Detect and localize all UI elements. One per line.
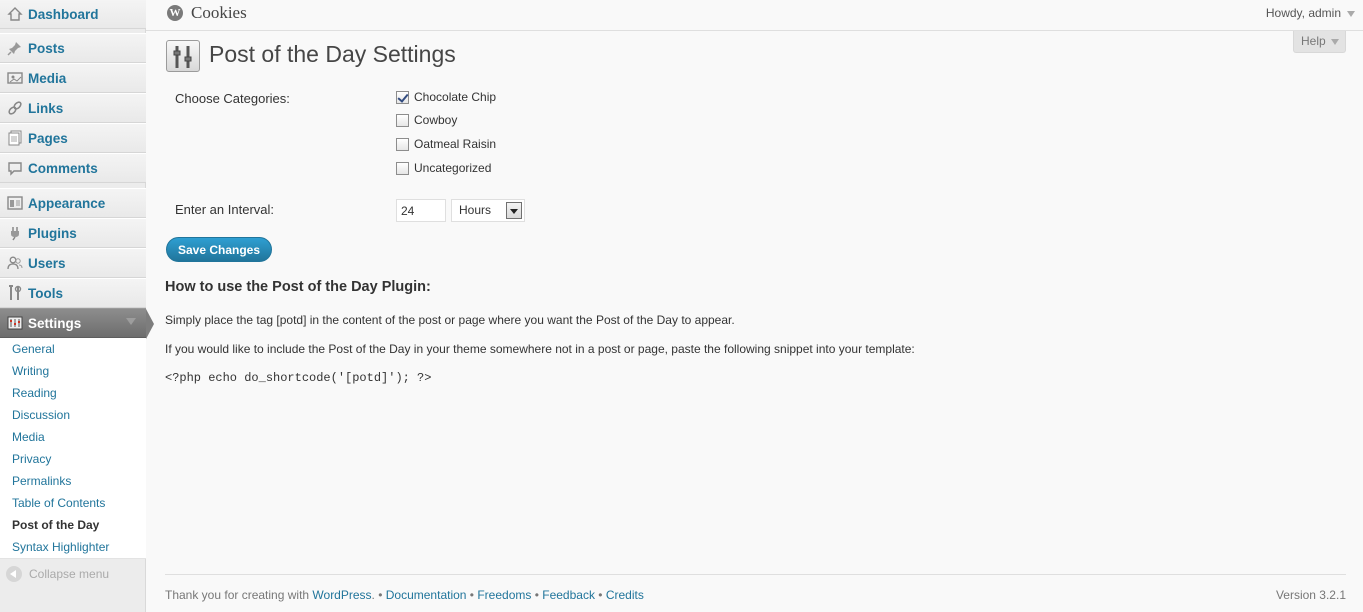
menu-media-label: Media [28,70,67,86]
interval-input[interactable] [396,199,446,222]
wordpress-logo-icon: W [167,5,183,21]
chevron-down-icon [126,318,136,325]
howto-paragraph-1: Simply place the tag [potd] in the conte… [165,313,735,327]
menu-posts[interactable]: Posts [0,33,146,63]
collapse-menu-button[interactable]: Collapse menu [6,566,109,582]
footer-link-wordpress[interactable]: WordPress [312,588,371,602]
link-icon [6,99,24,117]
dropdown-arrow-icon[interactable] [506,202,522,219]
howto-paragraph-2: If you would like to include the Post of… [165,342,915,356]
interval-unit-select[interactable]: Hours [451,199,525,222]
submenu-privacy[interactable]: Privacy [0,448,146,470]
submenu-general[interactable]: General [0,338,146,360]
pages-icon [6,129,24,147]
menu-media[interactable]: Media [0,63,146,93]
menu-plugins[interactable]: Plugins [0,218,146,248]
howdy-user-menu[interactable]: Howdy, admin [1266,6,1341,20]
interval-label: Enter an Interval: [175,202,274,217]
shortcode-snippet: <?php echo do_shortcode('[potd]'); ?> [165,371,432,385]
chevron-down-icon[interactable] [1347,11,1355,17]
category-checkbox-cowboy[interactable]: Cowboy [396,112,457,128]
interval-unit-value: Hours [459,203,492,217]
menu-dashboard-label: Dashboard [28,6,99,22]
category-checkbox-uncategorized[interactable]: Uncategorized [396,160,491,176]
menu-posts-label: Posts [28,40,65,56]
menu-pages-label: Pages [28,130,68,146]
footer-thanks-text: Thank you for creating with [165,588,313,602]
site-title[interactable]: Cookies [191,3,247,23]
comment-icon [6,159,24,177]
footer-link-feedback[interactable]: Feedback [542,588,595,602]
chevron-down-icon [1331,39,1339,45]
menu-plugins-label: Plugins [28,225,77,241]
collapse-menu-label: Collapse menu [29,567,110,581]
media-icon [6,69,24,87]
checkbox-label: Chocolate Chip [414,90,497,104]
pin-icon [6,39,24,57]
menu-comments-label: Comments [28,160,98,176]
footer-link-freedoms[interactable]: Freedoms [477,588,531,602]
checkbox-label: Oatmeal Raisin [414,137,497,151]
menu-users[interactable]: Users [0,248,146,278]
settings-icon [6,314,24,332]
submenu-media[interactable]: Media [0,426,146,448]
submenu-permalinks[interactable]: Permalinks [0,470,146,492]
submenu-reading[interactable]: Reading [0,382,146,404]
submenu-syntax-highlighter[interactable]: Syntax Highlighter [0,536,146,558]
settings-submenu: General Writing Reading Discussion Media… [0,338,146,559]
submenu-writing[interactable]: Writing [0,360,146,382]
menu-pages[interactable]: Pages [0,123,146,153]
menu-appearance-label: Appearance [28,195,106,211]
menu-settings[interactable]: Settings [0,308,154,339]
collapse-arrow-icon [6,566,22,582]
admin-footer: Thank you for creating with WordPress. •… [165,574,1346,612]
admin-sidebar: Dashboard Posts Media Links Pages Commen… [0,0,154,612]
submenu-table-of-contents[interactable]: Table of Contents [0,492,146,514]
footer-link-documentation[interactable]: Documentation [386,588,467,602]
menu-appearance[interactable]: Appearance [0,188,146,218]
menu-tools-label: Tools [28,285,63,301]
footer-credits: Thank you for creating with WordPress. •… [165,588,644,602]
help-tab[interactable]: Help [1293,31,1346,53]
submenu-discussion[interactable]: Discussion [0,404,146,426]
checkbox-label: Cowboy [414,113,458,127]
menu-links[interactable]: Links [0,93,146,123]
appearance-icon [6,194,24,212]
plug-icon [6,224,24,242]
category-checkbox-chocolate-chip[interactable]: Chocolate Chip [396,89,496,105]
checkbox[interactable] [396,161,409,175]
save-changes-button[interactable]: Save Changes [166,237,272,262]
dashboard-icon [6,5,24,23]
categories-label: Choose Categories: [175,91,290,106]
settings-page-icon [166,40,200,72]
menu-links-label: Links [28,100,64,116]
menu-settings-label: Settings [28,315,82,331]
checkbox[interactable] [396,113,409,127]
checkbox-label: Uncategorized [414,161,492,175]
menu-users-label: Users [28,255,66,271]
footer-link-credits[interactable]: Credits [606,588,644,602]
users-icon [6,254,24,272]
howto-heading: How to use the Post of the Day Plugin: [165,279,431,295]
version-text: Version 3.2.1 [1275,588,1346,602]
menu-tools[interactable]: Tools [0,278,146,308]
checkbox[interactable] [396,90,409,104]
menu-dashboard[interactable]: Dashboard [0,0,146,29]
category-checkbox-oatmeal-raisin[interactable]: Oatmeal Raisin [396,136,496,152]
active-pointer [146,309,154,339]
admin-header: W Cookies Howdy, admin [146,0,1363,31]
menu-comments[interactable]: Comments [0,153,146,183]
help-label: Help [1301,34,1326,48]
tools-icon [6,284,24,302]
checkbox[interactable] [396,137,409,151]
page-title: Post of the Day Settings [209,41,456,67]
submenu-post-of-the-day[interactable]: Post of the Day [0,514,146,536]
